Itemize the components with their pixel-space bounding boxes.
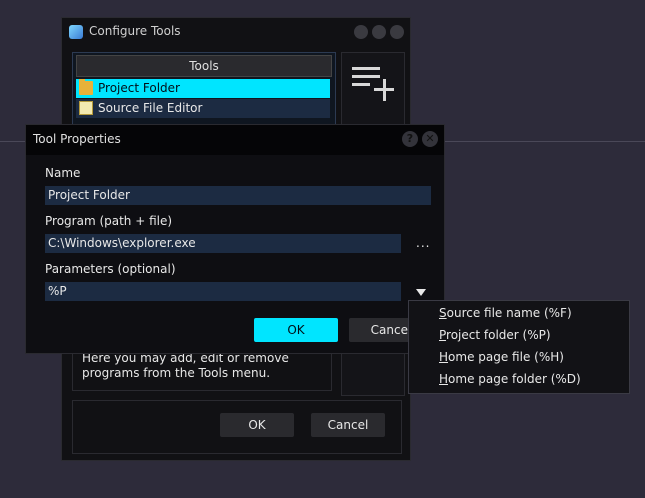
params-dropdown-arrow-icon[interactable]	[416, 289, 426, 296]
text-editor-icon	[79, 101, 93, 115]
info-text: Here you may add, edit or remove program…	[82, 351, 289, 380]
configure-tools-titlebar[interactable]: Configure Tools	[62, 18, 410, 46]
folder-icon	[79, 79, 93, 95]
menu-item-home-page-folder[interactable]: Home page folder (%D)	[439, 372, 581, 386]
cancel-button[interactable]: Cancel	[311, 413, 385, 437]
tool-properties-title: Tool Properties	[33, 132, 121, 146]
app-icon	[69, 25, 83, 39]
help-icon[interactable]	[354, 25, 368, 39]
tool-properties-body: Name Program (path + file) ... Parameter…	[26, 155, 444, 353]
parameters-menu: Source file name (%F) Project folder (%P…	[408, 300, 630, 394]
minimize-icon[interactable]	[372, 25, 386, 39]
dialog-buttons: OK Cancel	[72, 400, 402, 454]
tools-header: Tools	[76, 55, 332, 77]
menu-item-source-file-name[interactable]: Source file name (%F)	[439, 306, 572, 320]
close-icon[interactable]	[390, 25, 404, 39]
program-label: Program (path + file)	[45, 214, 173, 228]
help-icon[interactable]: ?	[402, 131, 418, 147]
tool-item-label: Project Folder	[98, 81, 180, 95]
name-field[interactable]	[45, 186, 431, 205]
tool-item-source-file-editor[interactable]: Source File Editor	[76, 99, 330, 118]
configure-tools-title: Configure Tools	[89, 24, 181, 38]
menu-item-project-folder[interactable]: Project folder (%P)	[439, 328, 551, 342]
browse-button[interactable]: ...	[416, 236, 430, 250]
ok-button[interactable]: OK	[254, 318, 338, 342]
ok-button[interactable]: OK	[220, 413, 294, 437]
add-tool-icon[interactable]	[352, 67, 394, 101]
tool-item-label: Source File Editor	[98, 101, 203, 115]
params-field[interactable]	[45, 282, 401, 301]
tool-properties-dialog: Tool Properties ? ✕ Name Program (path +…	[25, 124, 445, 354]
program-field[interactable]	[45, 234, 401, 253]
name-label: Name	[45, 166, 81, 180]
close-icon[interactable]: ✕	[422, 131, 438, 147]
tool-item-project-folder[interactable]: Project Folder	[76, 79, 330, 98]
params-label: Parameters (optional)	[45, 262, 176, 276]
menu-item-home-page-file[interactable]: Home page file (%H)	[439, 350, 564, 364]
